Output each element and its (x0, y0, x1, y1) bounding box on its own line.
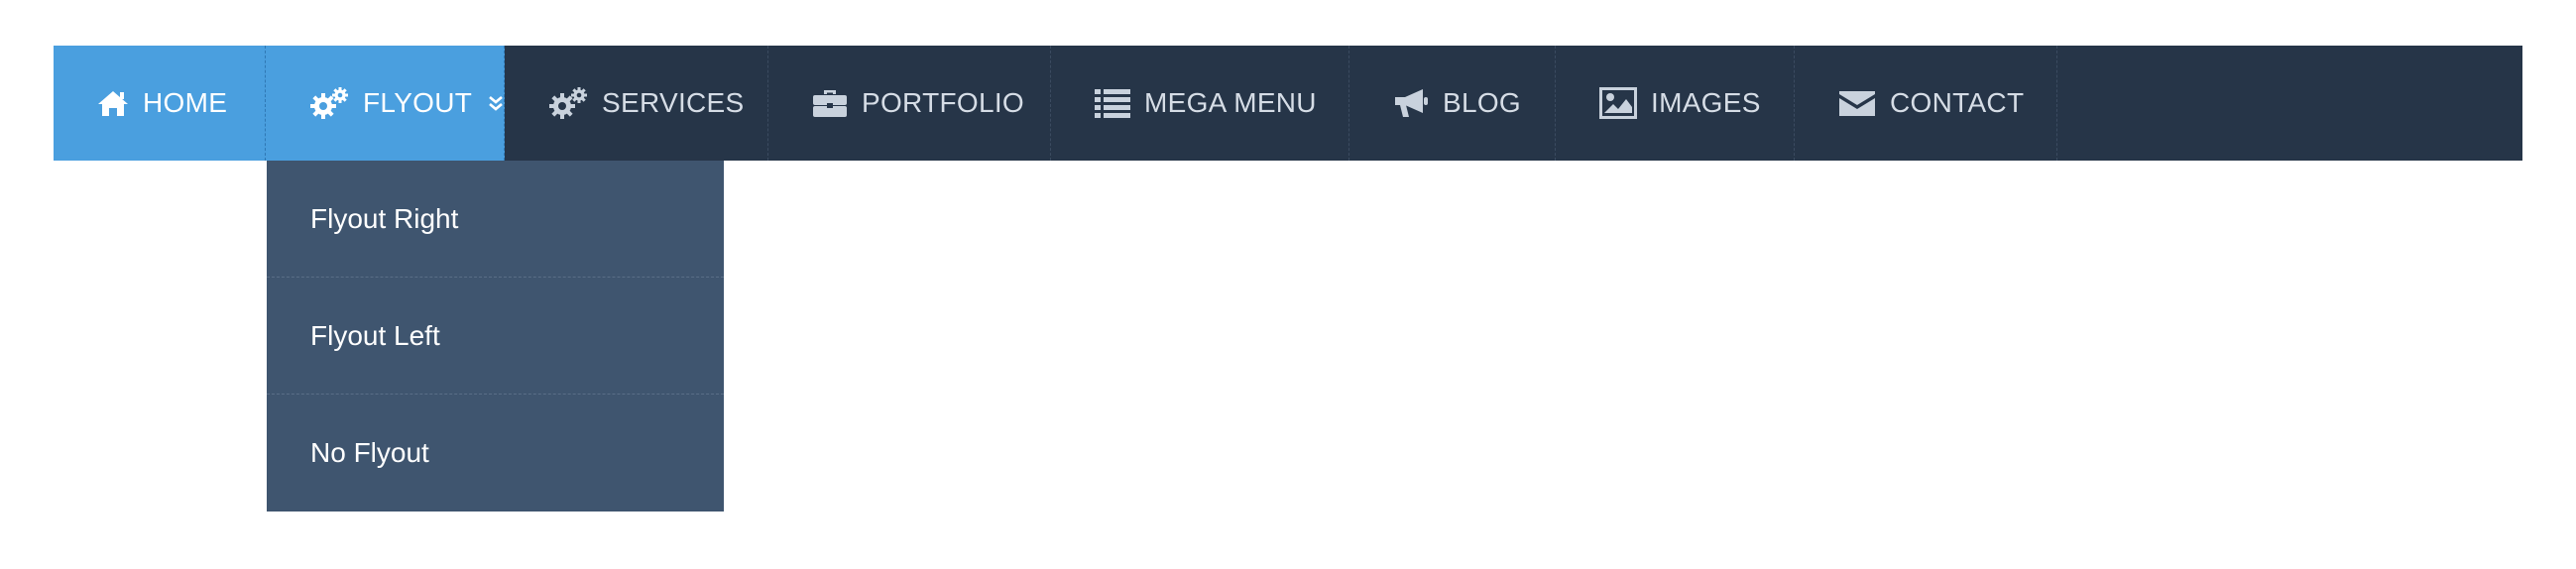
image-icon (1599, 87, 1637, 119)
flyout-dropdown-menu: Flyout Right Flyout Left No Flyout (267, 161, 724, 512)
dropdown-item-flyout-left[interactable]: Flyout Left (267, 278, 724, 395)
nav-item-label: PORTFOLIO (862, 87, 1024, 118)
main-navbar: HOME FLYOUT SERVICES PORTFOLIO MEGA MENU… (54, 46, 2522, 161)
nav-item-images[interactable]: IMAGES (1556, 46, 1795, 161)
dropdown-item-label: Flyout Left (310, 319, 440, 351)
nav-item-flyout[interactable]: FLYOUT (266, 46, 505, 161)
dropdown-item-label: Flyout Right (310, 202, 459, 234)
nav-item-label: MEGA MENU (1144, 87, 1317, 118)
chevron-double-down-icon (488, 94, 504, 112)
list-icon (1095, 88, 1130, 118)
nav-item-label: CONTACT (1890, 87, 2025, 118)
nav-item-label: FLYOUT (363, 87, 473, 118)
nav-item-blog[interactable]: BLOG (1349, 46, 1556, 161)
nav-item-label: SERVICES (602, 87, 745, 118)
cogs-icon (309, 86, 349, 120)
briefcase-icon (812, 88, 848, 118)
home-icon (97, 89, 129, 117)
nav-item-contact[interactable]: CONTACT (1795, 46, 2057, 161)
nav-item-mega-menu[interactable]: MEGA MENU (1051, 46, 1349, 161)
nav-item-label: IMAGES (1651, 87, 1761, 118)
nav-item-services[interactable]: SERVICES (505, 46, 768, 161)
dropdown-item-flyout-right[interactable]: Flyout Right (267, 161, 724, 278)
envelope-icon (1838, 88, 1876, 118)
bullhorn-icon (1393, 87, 1429, 119)
nav-item-label: BLOG (1443, 87, 1522, 118)
dropdown-item-label: No Flyout (310, 437, 429, 468)
nav-item-home[interactable]: HOME (54, 46, 266, 161)
nav-item-portfolio[interactable]: PORTFOLIO (768, 46, 1051, 161)
nav-item-label: HOME (143, 87, 228, 118)
dropdown-item-no-flyout[interactable]: No Flyout (267, 395, 724, 512)
cogs-icon (548, 86, 588, 120)
